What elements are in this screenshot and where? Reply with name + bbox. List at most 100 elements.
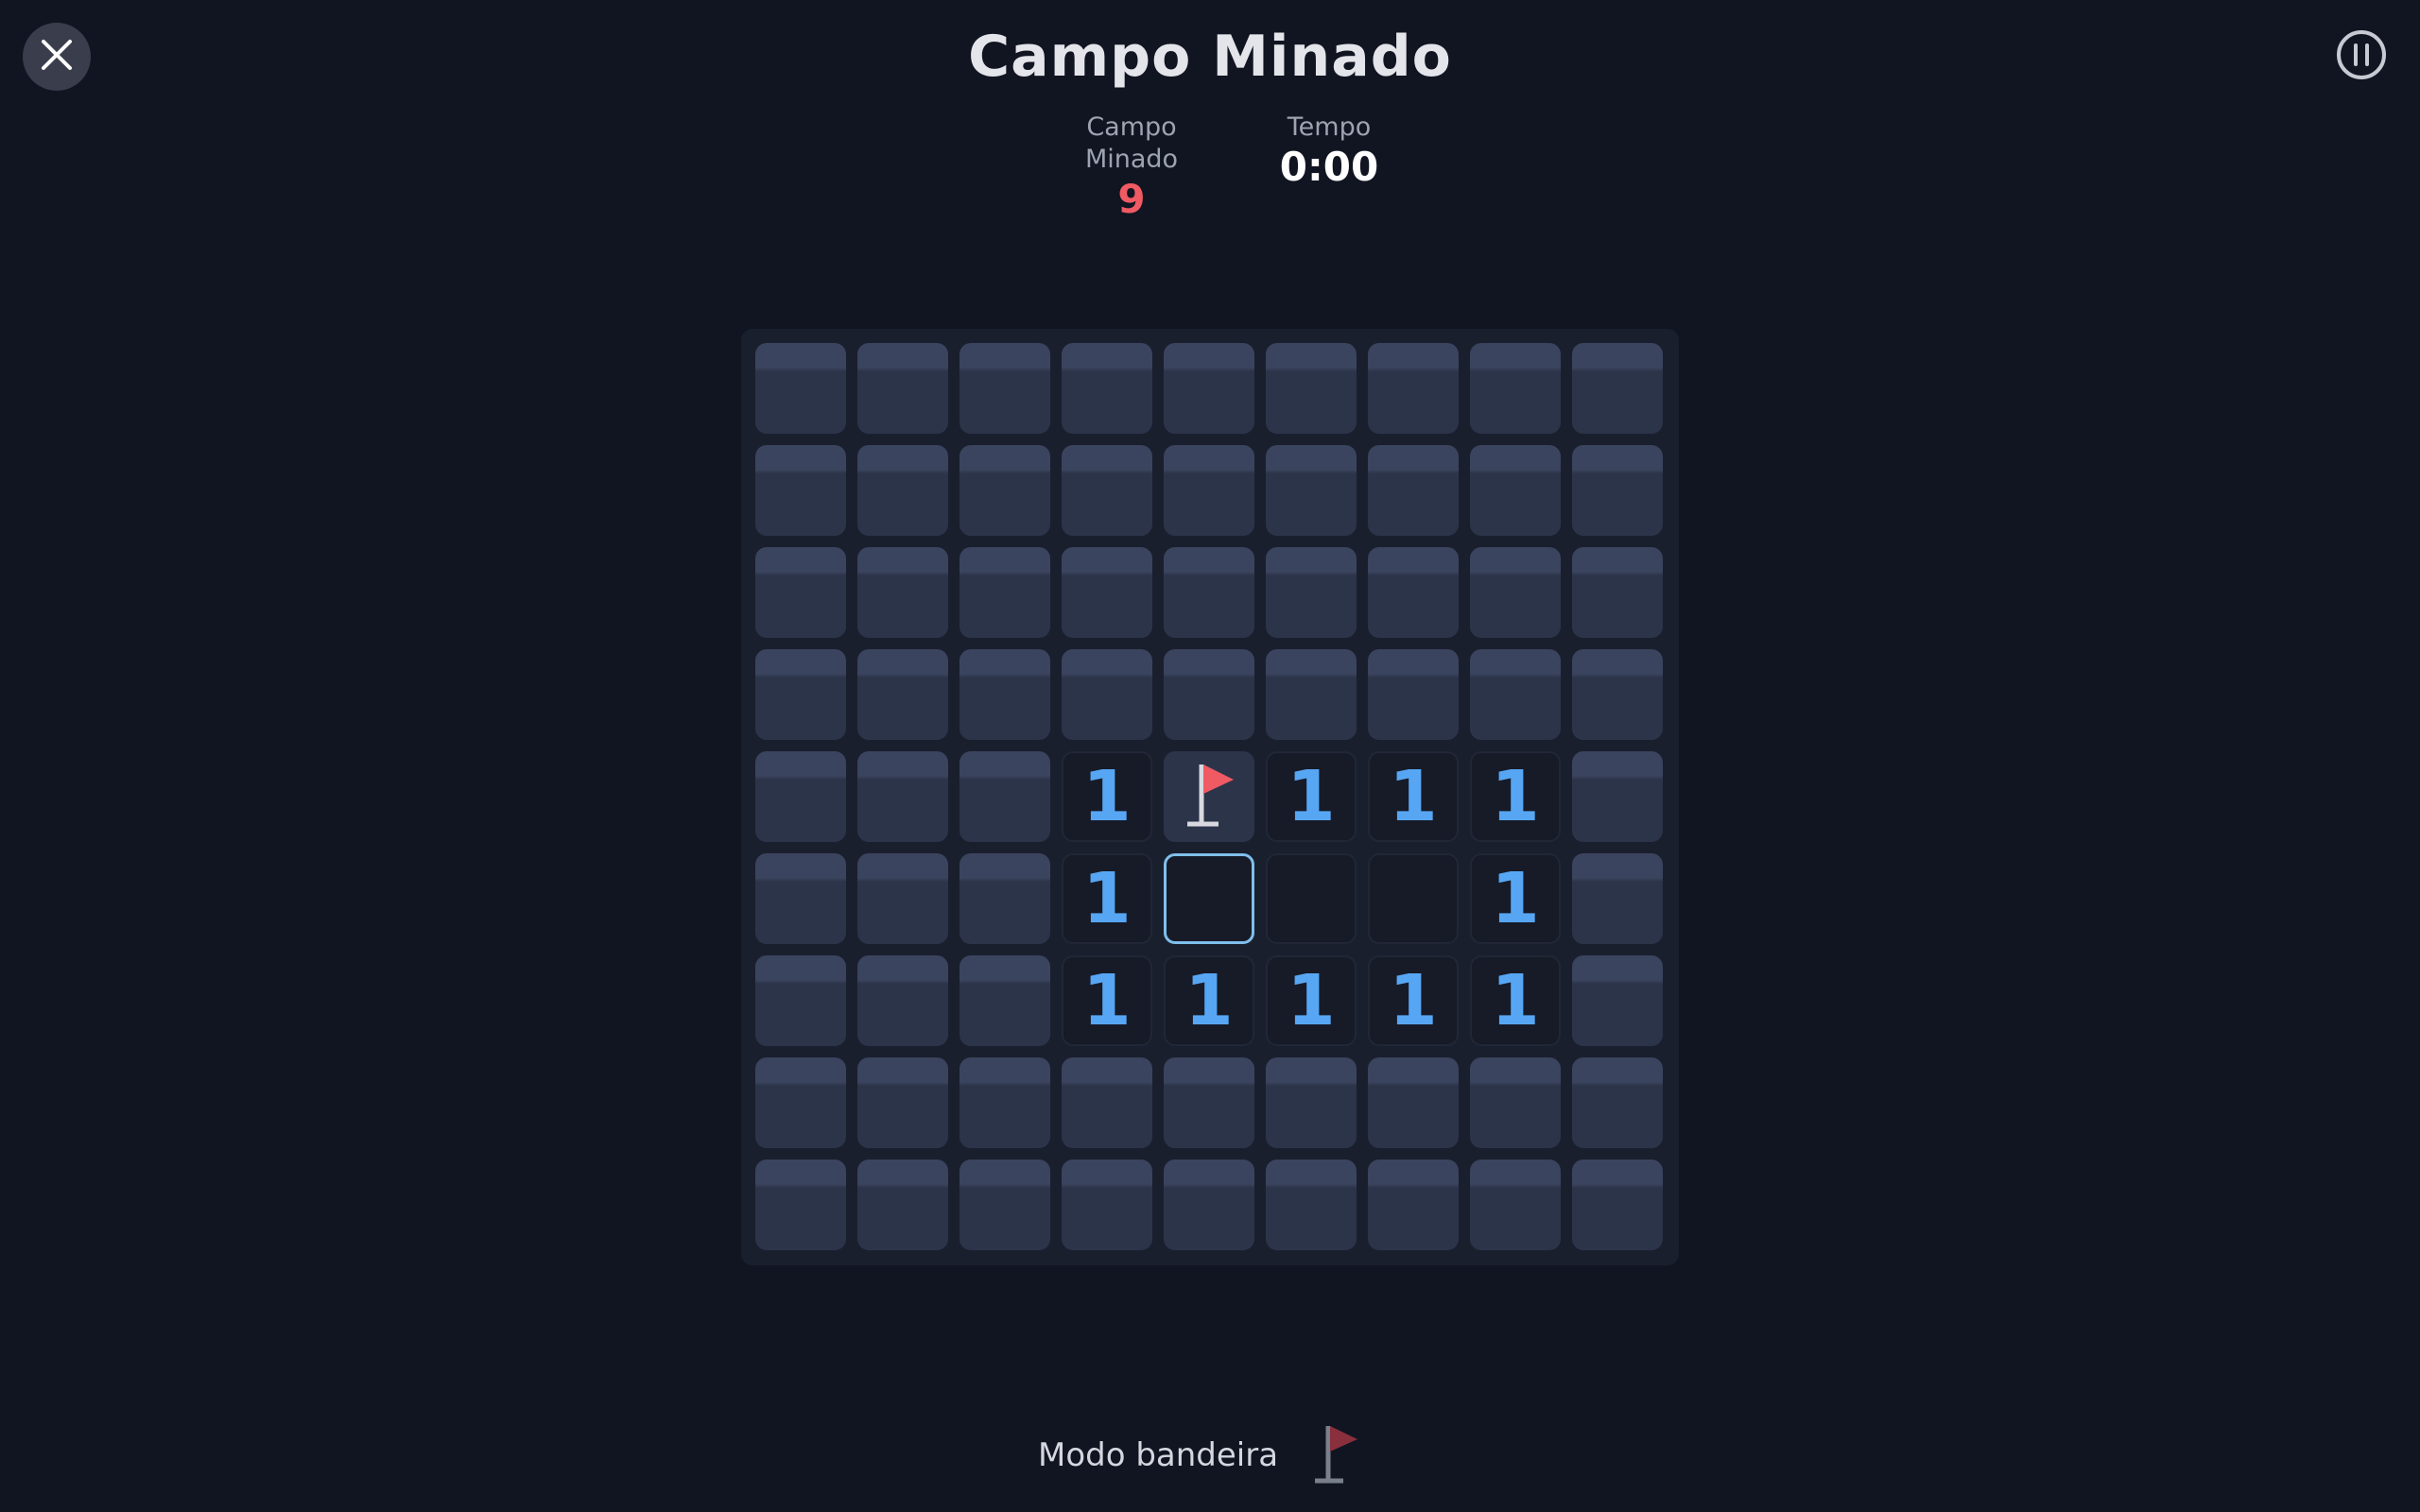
page-title: Campo Minado xyxy=(968,24,1452,90)
cell-hidden[interactable] xyxy=(1164,649,1254,740)
cell-flagged[interactable] xyxy=(1164,751,1254,842)
cell-hidden[interactable] xyxy=(1572,547,1663,638)
cell-hidden[interactable] xyxy=(1572,343,1663,434)
flag-icon xyxy=(1310,1420,1367,1490)
timer: Tempo 0:00 xyxy=(1235,112,1424,191)
cell-hidden[interactable] xyxy=(1062,547,1152,638)
cell-number: 1 xyxy=(1287,756,1336,837)
cell-hidden[interactable] xyxy=(857,1057,948,1148)
cell-hidden[interactable] xyxy=(1266,343,1357,434)
cell-hidden[interactable] xyxy=(755,649,846,740)
cell-revealed[interactable]: 1 xyxy=(1470,955,1561,1046)
cell-selected[interactable] xyxy=(1164,853,1254,944)
cell-number: 1 xyxy=(1082,960,1132,1041)
cell-hidden[interactable] xyxy=(1062,445,1152,536)
cell-hidden[interactable] xyxy=(755,1057,846,1148)
cell-hidden[interactable] xyxy=(1062,343,1152,434)
flag-mode-label: Modo bandeira xyxy=(1038,1436,1279,1474)
cell-hidden[interactable] xyxy=(1266,547,1357,638)
cell-hidden[interactable] xyxy=(1368,649,1459,740)
cell-hidden[interactable] xyxy=(1266,445,1357,536)
cell-hidden[interactable] xyxy=(1470,1057,1561,1148)
cell-hidden[interactable] xyxy=(857,445,948,536)
cell-hidden[interactable] xyxy=(1266,649,1357,740)
cell-hidden[interactable] xyxy=(959,1057,1050,1148)
cell-hidden[interactable] xyxy=(857,649,948,740)
cell-hidden[interactable] xyxy=(755,1160,846,1250)
cell-hidden[interactable] xyxy=(1266,1057,1357,1148)
cell-hidden[interactable] xyxy=(959,547,1050,638)
cell-hidden[interactable] xyxy=(1368,1057,1459,1148)
cell-hidden[interactable] xyxy=(1572,751,1663,842)
cell-revealed[interactable]: 1 xyxy=(1164,955,1254,1046)
cell-hidden[interactable] xyxy=(959,649,1050,740)
cell-number: 1 xyxy=(1389,756,1438,837)
cell-hidden[interactable] xyxy=(857,343,948,434)
cell-hidden[interactable] xyxy=(1266,1160,1357,1250)
cell-hidden[interactable] xyxy=(959,853,1050,944)
cell-hidden[interactable] xyxy=(1164,1160,1254,1250)
cell-hidden[interactable] xyxy=(959,1160,1050,1250)
cell-hidden[interactable] xyxy=(1470,649,1561,740)
cell-hidden[interactable] xyxy=(1470,445,1561,536)
flag-icon xyxy=(1181,759,1237,834)
cell-hidden[interactable] xyxy=(1572,1160,1663,1250)
cell-hidden[interactable] xyxy=(1368,445,1459,536)
cell-number: 1 xyxy=(1491,858,1540,939)
cell-hidden[interactable] xyxy=(1164,547,1254,638)
cell-revealed[interactable]: 1 xyxy=(1470,751,1561,842)
cell-hidden[interactable] xyxy=(959,343,1050,434)
cell-hidden[interactable] xyxy=(1368,1160,1459,1250)
cell-hidden[interactable] xyxy=(755,955,846,1046)
cell-hidden[interactable] xyxy=(959,955,1050,1046)
cell-hidden[interactable] xyxy=(857,853,948,944)
cell-hidden[interactable] xyxy=(1470,343,1561,434)
pause-icon xyxy=(2335,28,2388,85)
cell-hidden[interactable] xyxy=(1572,853,1663,944)
cell-hidden[interactable] xyxy=(1470,1160,1561,1250)
mines-counter: Campo Minado 9 xyxy=(1037,112,1226,223)
cell-hidden[interactable] xyxy=(1368,343,1459,434)
cell-hidden[interactable] xyxy=(1164,343,1254,434)
cell-hidden[interactable] xyxy=(1572,649,1663,740)
cell-hidden[interactable] xyxy=(1062,1160,1152,1250)
cell-hidden[interactable] xyxy=(1572,1057,1663,1148)
cell-hidden[interactable] xyxy=(1470,547,1561,638)
cell-revealed[interactable]: 1 xyxy=(1266,751,1357,842)
cell-number: 1 xyxy=(1082,756,1132,837)
cell-hidden[interactable] xyxy=(1062,649,1152,740)
cell-number: 1 xyxy=(1287,960,1336,1041)
cell-revealed[interactable] xyxy=(1266,853,1357,944)
cell-hidden[interactable] xyxy=(755,853,846,944)
timer-value: 0:00 xyxy=(1279,144,1379,190)
cell-hidden[interactable] xyxy=(1368,547,1459,638)
cell-revealed[interactable]: 1 xyxy=(1368,751,1459,842)
cell-hidden[interactable] xyxy=(755,343,846,434)
cell-hidden[interactable] xyxy=(1572,445,1663,536)
cell-revealed[interactable]: 1 xyxy=(1062,955,1152,1046)
cell-hidden[interactable] xyxy=(755,445,846,536)
cell-hidden[interactable] xyxy=(959,751,1050,842)
cell-revealed[interactable]: 1 xyxy=(1368,955,1459,1046)
cell-revealed[interactable]: 1 xyxy=(1266,955,1357,1046)
cell-number: 1 xyxy=(1491,756,1540,837)
cell-number: 1 xyxy=(1082,858,1132,939)
cell-hidden[interactable] xyxy=(857,1160,948,1250)
cell-hidden[interactable] xyxy=(1572,955,1663,1046)
cell-hidden[interactable] xyxy=(857,751,948,842)
cell-hidden[interactable] xyxy=(959,445,1050,536)
cell-hidden[interactable] xyxy=(857,547,948,638)
pause-button[interactable] xyxy=(2335,30,2388,83)
cell-revealed[interactable]: 1 xyxy=(1062,853,1152,944)
cell-hidden[interactable] xyxy=(1062,1057,1152,1148)
cell-revealed[interactable]: 1 xyxy=(1470,853,1561,944)
cell-hidden[interactable] xyxy=(1164,1057,1254,1148)
cell-hidden[interactable] xyxy=(1164,445,1254,536)
cell-revealed[interactable]: 1 xyxy=(1062,751,1152,842)
cell-revealed[interactable] xyxy=(1368,853,1459,944)
flag-mode-toggle[interactable]: Modo bandeira xyxy=(1038,1418,1367,1493)
cell-hidden[interactable] xyxy=(755,547,846,638)
cell-hidden[interactable] xyxy=(857,955,948,1046)
mines-counter-label: Campo Minado xyxy=(1084,112,1179,174)
cell-hidden[interactable] xyxy=(755,751,846,842)
